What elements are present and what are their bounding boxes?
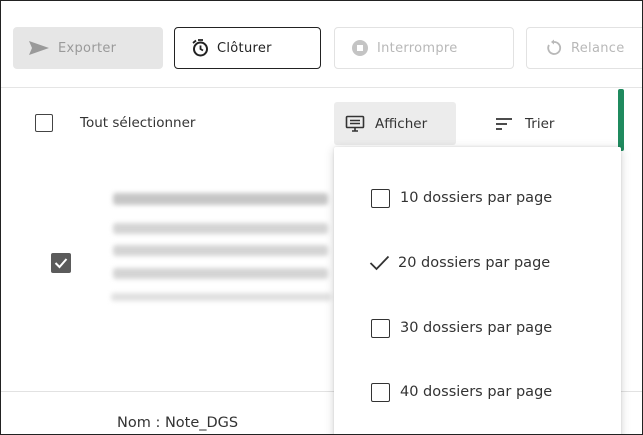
select-all-checkbox[interactable] [35, 114, 53, 132]
timer-lock-icon [191, 39, 209, 57]
display-button[interactable]: Afficher [334, 102, 456, 145]
option-checkbox [371, 318, 390, 338]
close-label: Clôturer [217, 40, 272, 56]
stop-button[interactable]: Interrompre [334, 27, 514, 69]
relaunch-label: Relance [571, 40, 625, 56]
sort-label: Trier [525, 115, 555, 132]
option-label: 10 dossiers par page [400, 190, 553, 206]
status-accent-bar [618, 89, 624, 151]
redacted-text [113, 193, 328, 205]
refresh-icon [545, 39, 563, 57]
select-all-label: Tout sélectionner [80, 115, 196, 131]
stop-label: Interrompre [377, 40, 458, 56]
stop-icon [351, 39, 369, 57]
export-button[interactable]: Exporter [13, 27, 163, 69]
option-checkbox [371, 382, 390, 402]
redacted-text [113, 268, 328, 279]
option-label: 40 dossiers par page [400, 384, 553, 400]
sort-button[interactable]: Trier [495, 102, 554, 145]
checkmark-icon [54, 258, 68, 269]
page-size-option-30[interactable]: 30 dossiers par page [334, 301, 621, 355]
redacted-text [113, 223, 328, 234]
display-label: Afficher [375, 115, 428, 132]
redacted-text [111, 293, 331, 301]
relaunch-button[interactable]: Relance [526, 27, 642, 69]
page-size-option-10[interactable]: 10 dossiers par page [334, 171, 621, 225]
page-size-menu: 10 dossiers par page 20 dossiers par pag… [334, 147, 621, 434]
page-size-option-40[interactable]: 40 dossiers par page [334, 365, 621, 419]
option-label: 30 dossiers par page [400, 320, 553, 336]
redacted-text [113, 245, 328, 256]
app-frame: Exporter Clôturer Interrompre Relance To… [0, 0, 643, 435]
sort-icon [495, 117, 513, 131]
row-checkbox-checked[interactable] [51, 253, 71, 273]
send-icon [28, 40, 50, 56]
display-icon [345, 115, 365, 133]
option-checkbox [371, 188, 390, 208]
close-button[interactable]: Clôturer [174, 27, 321, 69]
page-size-option-20[interactable]: 20 dossiers par page [334, 236, 621, 290]
export-label: Exporter [58, 40, 117, 56]
check-icon [369, 254, 390, 273]
option-label: 20 dossiers par page [398, 255, 551, 271]
toolbar: Exporter Clôturer Interrompre Relance [1, 1, 642, 88]
record-name: Nom : Note_DGS [117, 415, 239, 431]
